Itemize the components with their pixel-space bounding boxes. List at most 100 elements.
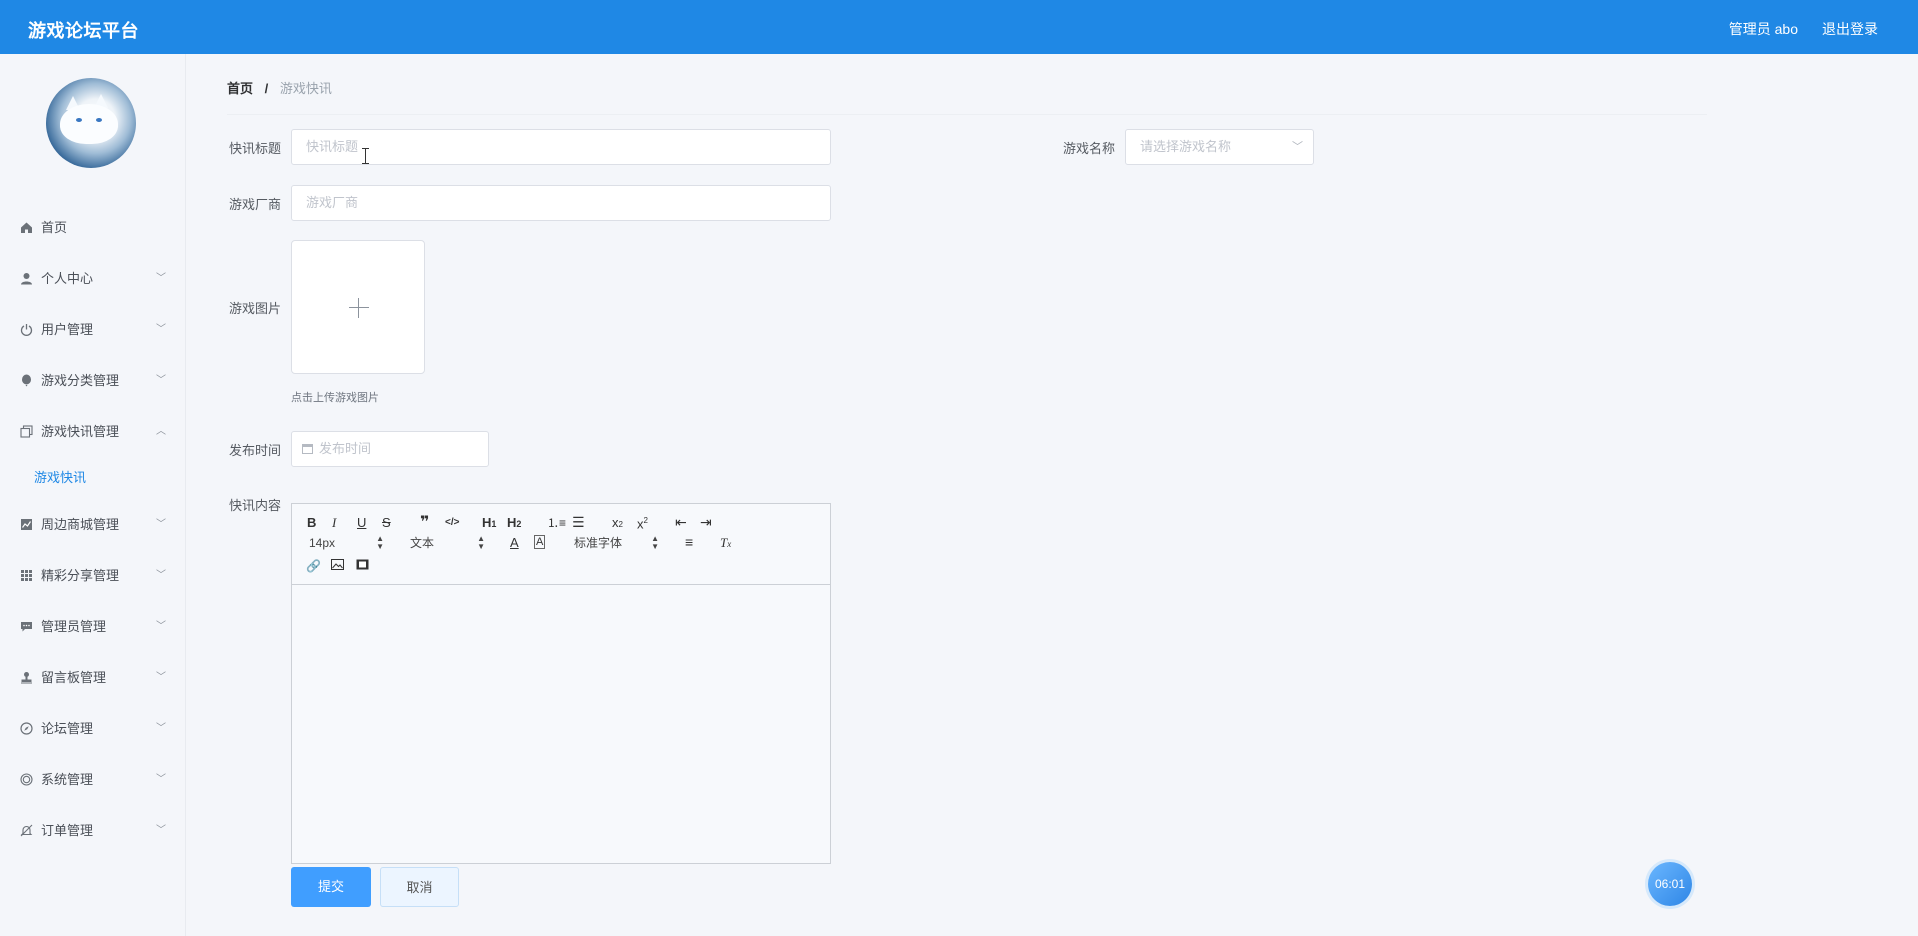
floating-timer-badge[interactable]: 06:01: [1648, 862, 1692, 906]
sidebar-item-label: 游戏分类管理: [41, 373, 120, 388]
sidebar-item-share-management[interactable]: 精彩分享管理 ﹀: [0, 550, 186, 601]
title-input[interactable]: 快讯标题: [291, 129, 831, 165]
chevron-down-icon: ﹀: [156, 672, 166, 683]
top-bar: 游戏论坛平台 管理员 abo 退出登录: [0, 0, 1918, 54]
sidebar-menu: 首页 个人中心 ﹀ 用户管理 ﹀ 游戏分类管理 ﹀ 游戏快讯管理 ︿ 游戏快讯 …: [0, 202, 186, 856]
sidebar-item-label: 系统管理: [41, 772, 94, 787]
font-color-icon[interactable]: A: [510, 535, 519, 551]
copy-icon: [20, 425, 33, 438]
heading2-icon[interactable]: H2: [507, 515, 521, 532]
blockquote-icon[interactable]: ❞: [420, 515, 429, 531]
rich-text-editor: B I U S ❞ </> H1 H2 ⒈≡ ☰ x2 x2 ⇤ ⇥ 14px ▲…: [291, 503, 831, 864]
chart-icon: [20, 518, 33, 531]
breadcrumb: 首页 / 游戏快讯: [227, 78, 332, 97]
bullet-list-icon[interactable]: ☰: [572, 514, 585, 530]
grid-icon: [20, 569, 33, 582]
font-size-value: 14px: [309, 536, 336, 550]
sidebar-item-forum[interactable]: 论坛管理 ﹀: [0, 703, 186, 754]
chevron-down-icon: ﹀: [1292, 141, 1303, 153]
stamp-icon: [20, 671, 33, 684]
sidebar-item-merch-store[interactable]: 周边商城管理 ﹀: [0, 499, 186, 550]
updown-icon: ▲ ▼: [477, 534, 485, 551]
message-icon: [20, 620, 33, 633]
updown-icon: ▲ ▼: [651, 534, 659, 551]
game-name-select[interactable]: 请选择游戏名称 ﹀: [1125, 129, 1314, 165]
submit-button[interactable]: 提交: [291, 867, 371, 907]
divider: [227, 114, 1707, 115]
sidebar: 首页 个人中心 ﹀ 用户管理 ﹀ 游戏分类管理 ﹀ 游戏快讯管理 ︿ 游戏快讯 …: [0, 54, 186, 936]
ordered-list-icon[interactable]: ⒈≡: [547, 515, 566, 531]
chevron-down-icon: ﹀: [156, 723, 166, 734]
updown-icon: ▲ ▼: [376, 534, 384, 551]
align-icon[interactable]: ≡: [685, 534, 693, 550]
sidebar-item-user-management[interactable]: 用户管理 ﹀: [0, 304, 186, 355]
chevron-down-icon: ﹀: [156, 570, 166, 581]
header-select-value: 文本: [410, 536, 435, 550]
chevron-down-icon: ﹀: [156, 519, 166, 530]
admin-name: 管理员 abo: [1728, 21, 1798, 37]
upload-tip: 点击上传游戏图片: [291, 392, 379, 404]
user-icon: [20, 272, 33, 285]
vendor-input[interactable]: 游戏厂商: [291, 185, 831, 221]
publish-label: 发布时间: [228, 443, 281, 458]
sidebar-item-label: 论坛管理: [41, 721, 94, 736]
indent-icon[interactable]: ⇥: [700, 514, 712, 530]
sidebar-item-home[interactable]: 首页: [0, 202, 186, 253]
sidebar-item-message-board[interactable]: 留言板管理 ﹀: [0, 652, 186, 703]
content-label: 快讯内容: [228, 498, 281, 513]
power-icon: [20, 323, 33, 336]
sidebar-item-label: 首页: [41, 220, 68, 235]
breadcrumb-separator: /: [264, 81, 269, 96]
sidebar-item-label: 精彩分享管理: [41, 568, 120, 583]
subscript-icon[interactable]: x2: [612, 515, 623, 533]
editor-content-area[interactable]: [292, 586, 830, 863]
bold-icon[interactable]: B: [307, 515, 316, 531]
sidebar-item-admin-management[interactable]: 管理员管理 ﹀: [0, 601, 186, 652]
publish-date-picker[interactable]: 发布时间: [291, 431, 489, 467]
text-cursor-icon: [362, 148, 370, 164]
link-icon[interactable]: 🔗: [306, 558, 321, 574]
strikethrough-icon[interactable]: S: [382, 515, 391, 531]
image-upload[interactable]: [291, 240, 425, 374]
chevron-up-icon: ︿: [156, 426, 166, 437]
font-size-select[interactable]: 14px ▲ ▼: [309, 535, 384, 551]
outdent-icon[interactable]: ⇤: [675, 514, 687, 530]
sidebar-item-label: 管理员管理: [41, 619, 107, 634]
clear-format-icon[interactable]: Tx: [720, 535, 731, 552]
chevron-down-icon: ﹀: [156, 825, 166, 836]
font-family-select[interactable]: 标准字体 ▲ ▼: [574, 535, 659, 551]
background-color-icon[interactable]: A: [534, 535, 546, 549]
header-select[interactable]: 文本 ▲ ▼: [410, 535, 485, 551]
cancel-button[interactable]: 取消: [380, 867, 459, 907]
video-icon[interactable]: [356, 558, 369, 574]
sidebar-item-label: 个人中心: [41, 271, 94, 286]
superscript-icon[interactable]: x2: [637, 513, 648, 532]
sidebar-item-label: 订单管理: [41, 823, 94, 838]
game-name-placeholder: 请选择游戏名称: [1140, 139, 1232, 154]
code-block-icon[interactable]: </>: [445, 515, 459, 531]
logout-link[interactable]: 退出登录: [1822, 19, 1878, 39]
breadcrumb-home[interactable]: 首页: [227, 81, 253, 96]
sidebar-item-orders[interactable]: 订单管理 ﹀: [0, 805, 186, 856]
game-name-label: 游戏名称: [1062, 141, 1115, 156]
globe-icon: [20, 773, 33, 786]
italic-icon[interactable]: I: [332, 515, 336, 531]
sidebar-item-system[interactable]: 系统管理 ﹀: [0, 754, 186, 805]
image-icon[interactable]: [331, 558, 344, 574]
sidebar-subitem-game-news[interactable]: 游戏快讯: [0, 457, 186, 499]
image-label: 游戏图片: [228, 301, 281, 316]
editor-toolbar: B I U S ❞ </> H1 H2 ⒈≡ ☰ x2 x2 ⇤ ⇥ 14px ▲…: [292, 504, 830, 585]
sidebar-item-label: 用户管理: [41, 322, 94, 337]
heading1-icon[interactable]: H1: [482, 515, 496, 532]
app-title: 游戏论坛平台: [28, 21, 139, 41]
underline-icon[interactable]: U: [357, 515, 366, 531]
main-content: 首页 / 游戏快讯 快讯标题 快讯标题 游戏名称 请选择游戏名称 ﹀ 游戏厂商 …: [187, 54, 1918, 936]
chevron-down-icon: ﹀: [156, 273, 166, 284]
sidebar-item-label: 游戏快讯管理: [41, 424, 120, 439]
calendar-icon: [302, 444, 313, 454]
sidebar-item-personal-center[interactable]: 个人中心 ﹀: [0, 253, 186, 304]
sidebar-item-game-category[interactable]: 游戏分类管理 ﹀: [0, 355, 186, 406]
sidebar-item-game-news-management[interactable]: 游戏快讯管理 ︿: [0, 406, 186, 457]
vendor-label: 游戏厂商: [228, 197, 281, 212]
chevron-down-icon: ﹀: [156, 774, 166, 785]
